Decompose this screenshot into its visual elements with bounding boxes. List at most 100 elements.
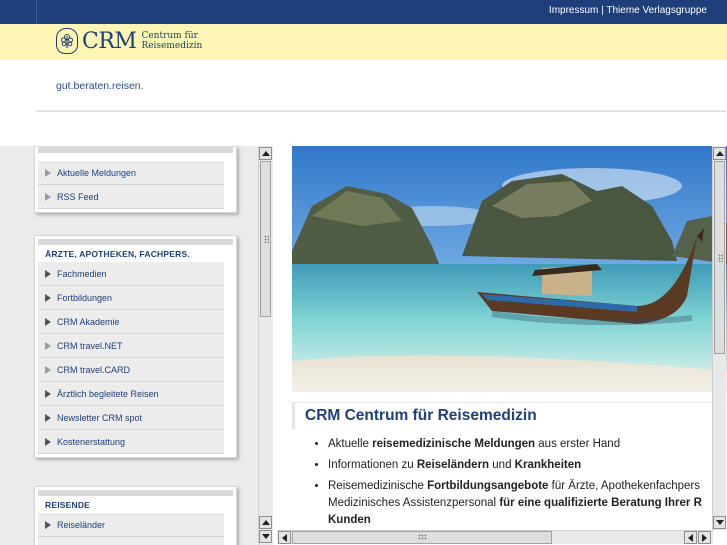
travellers-box: REISENDE Reiseländer — [34, 486, 237, 545]
scroll-left-button-2[interactable] — [684, 531, 697, 544]
logo-subtitle-line1: Centrum für — [141, 31, 198, 41]
sidebar-item-kostenerstattung[interactable]: Kostenerstattung — [38, 430, 224, 454]
sidebar-item-next[interactable] — [38, 537, 224, 545]
sidebar-scroll-down-button[interactable] — [259, 530, 272, 543]
content-scroll-up-button[interactable] — [713, 147, 726, 160]
triangle-icon — [45, 437, 51, 446]
arrow-down-icon — [715, 520, 724, 525]
top-links: Impressum | Thieme Verlagsgruppe — [549, 5, 707, 16]
list-text-bold: Krankheiten — [514, 459, 582, 471]
triangle-icon — [45, 269, 51, 278]
tree-emblem-icon — [56, 28, 78, 54]
list-text: aus erster Hand — [535, 438, 621, 450]
list-text: Medizinisches Assistenzpersonal — [328, 497, 500, 509]
top-bar: Impressum | Thieme Verlagsgruppe — [0, 0, 727, 24]
sidebar-item-fachmedien[interactable]: Fachmedien — [38, 262, 224, 286]
logo-crm-text: CRM — [82, 28, 137, 54]
logo-subtitle: Centrum für Reisemedizin — [141, 31, 202, 51]
sidebar-item-label: CRM Akademie — [57, 316, 120, 327]
logo-subtitle-line2: Reisemedizin — [141, 41, 203, 51]
sidebar-item-label: Reiseländer — [57, 519, 106, 530]
arrow-right-icon — [702, 533, 707, 542]
list-text: Aktuelle — [328, 438, 373, 450]
sidebar-item-label: Aktuelle Meldungen — [57, 167, 137, 178]
sidebar-item-rss-feed[interactable]: RSS Feed — [38, 185, 224, 209]
sidebar-scroll-up-button-2[interactable] — [259, 516, 272, 529]
sidebar-frame: Aktuelle Meldungen RSS Feed ÄRZTE, APOTH… — [0, 146, 273, 545]
arrow-up-icon — [261, 520, 270, 525]
logo-band: CRM Centrum für Reisemedizin — [0, 24, 727, 60]
scroll-right-button[interactable] — [698, 531, 711, 544]
list-item: Aktuelle reisemedizinische Meldungen aus… — [328, 436, 727, 453]
list-item: Reisemedizinische Fortbildungsangebote f… — [328, 478, 727, 495]
grip-icon — [418, 534, 427, 540]
professionals-box: ÄRZTE, APOTHEKEN, FACHPERS. Fachmedien F… — [34, 235, 237, 458]
sidebar-scrollbar[interactable] — [258, 146, 272, 545]
sidebar-item-label: Ärztlich begleitete Reisen — [57, 388, 159, 399]
sidebar-item-label: Newsletter CRM spot — [57, 412, 143, 423]
triangle-icon — [45, 293, 51, 302]
sidebar-item-label: CRM travel.NET — [57, 340, 123, 351]
content-frame: CRM Centrum für Reisemedizin Aktuelle re… — [273, 146, 727, 545]
top-links-separator: | — [601, 5, 604, 16]
triangle-outline-icon — [45, 365, 51, 374]
list-text-bold: für eine qualifizierte Beratung Ihrer R — [499, 497, 702, 509]
crm-logo[interactable]: CRM Centrum für Reisemedizin — [56, 28, 202, 54]
list-item-continued: Kunden — [328, 512, 727, 529]
arrow-up-icon — [715, 151, 724, 156]
triangle-icon — [45, 389, 51, 398]
triangle-icon — [45, 413, 51, 422]
grip-icon — [264, 235, 269, 243]
sidebar-item-aktuelle-meldungen[interactable]: Aktuelle Meldungen — [38, 161, 224, 185]
list-text: Informationen zu — [328, 459, 417, 471]
sidebar-item-newsletter[interactable]: Newsletter CRM spot — [38, 406, 224, 430]
sidebar-item-crm-akademie[interactable]: CRM Akademie — [38, 310, 224, 334]
sidebar-scroll-up-button[interactable] — [259, 147, 272, 160]
list-text-bold: Fortbildungsangebote — [427, 480, 549, 492]
heading-bar: CRM Centrum für Reisemedizin — [292, 402, 727, 429]
horizontal-scroll-thumb[interactable] — [292, 531, 552, 544]
content-scroll-thumb[interactable] — [714, 161, 725, 354]
list-text: für Ärzte, Apothekenfachpers — [548, 480, 700, 492]
header-divider — [36, 110, 726, 112]
sidebar-scroll-thumb[interactable] — [260, 161, 271, 317]
content-horizontal-scrollbar[interactable] — [277, 530, 713, 544]
arrow-left-icon — [282, 533, 287, 542]
top-bar-divider — [36, 0, 37, 24]
travellers-box-title: REISENDE — [45, 500, 91, 510]
sidebar-item-crm-travel-card[interactable]: CRM travel.CARD — [38, 358, 224, 382]
triangle-outline-icon — [45, 192, 51, 201]
triangle-outline-icon — [45, 168, 51, 177]
triangle-icon — [45, 317, 51, 326]
page-heading: CRM Centrum für Reisemedizin — [305, 407, 537, 424]
sidebar-item-label: RSS Feed — [57, 191, 99, 202]
list-text-bold: Reiseländern — [416, 459, 490, 471]
arrow-down-icon — [261, 534, 270, 539]
triangle-icon — [45, 520, 51, 529]
slogan: gut.beraten.reisen. — [56, 80, 144, 92]
scroll-left-button[interactable] — [278, 531, 291, 544]
list-item: Informationen zu Reiseländern und Krankh… — [328, 457, 727, 474]
arrow-left-icon — [688, 533, 693, 542]
sidebar-item-label: CRM travel.CARD — [57, 364, 131, 375]
content-scrollbar[interactable] — [712, 146, 726, 530]
list-text-bold: reisemedizinische Meldungen — [372, 438, 536, 450]
sidebar-item-begleitete-reisen[interactable]: Ärztlich begleitete Reisen — [38, 382, 224, 406]
professionals-box-title: ÄRZTE, APOTHEKEN, FACHPERS. — [45, 249, 190, 259]
impressum-link[interactable]: Impressum — [549, 5, 598, 16]
list-text-bold: Kunden — [328, 514, 371, 526]
hero-image — [292, 146, 727, 392]
thieme-link[interactable]: Thieme Verlagsgruppe — [606, 5, 707, 16]
list-text: und — [489, 459, 515, 471]
sidebar-item-label: Kostenerstattung — [57, 436, 126, 447]
content-scroll-down-button[interactable] — [713, 516, 726, 529]
list-text: Reisemedizinische — [328, 480, 428, 492]
sidebar-item-label: Fachmedien — [57, 268, 107, 279]
sidebar-item-reiselaender[interactable]: Reiseländer — [38, 513, 224, 537]
sidebar-item-fortbildungen[interactable]: Fortbildungen — [38, 286, 224, 310]
arrow-up-icon — [261, 151, 270, 156]
sidebar-item-label: Fortbildungen — [57, 292, 113, 303]
list-item-continued: Medizinisches Assistenzpersonal für eine… — [328, 495, 727, 512]
sidebar-item-crm-travel-net[interactable]: CRM travel.NET — [38, 334, 224, 358]
feature-list: Aktuelle reisemedizinische Meldungen aus… — [308, 436, 727, 533]
